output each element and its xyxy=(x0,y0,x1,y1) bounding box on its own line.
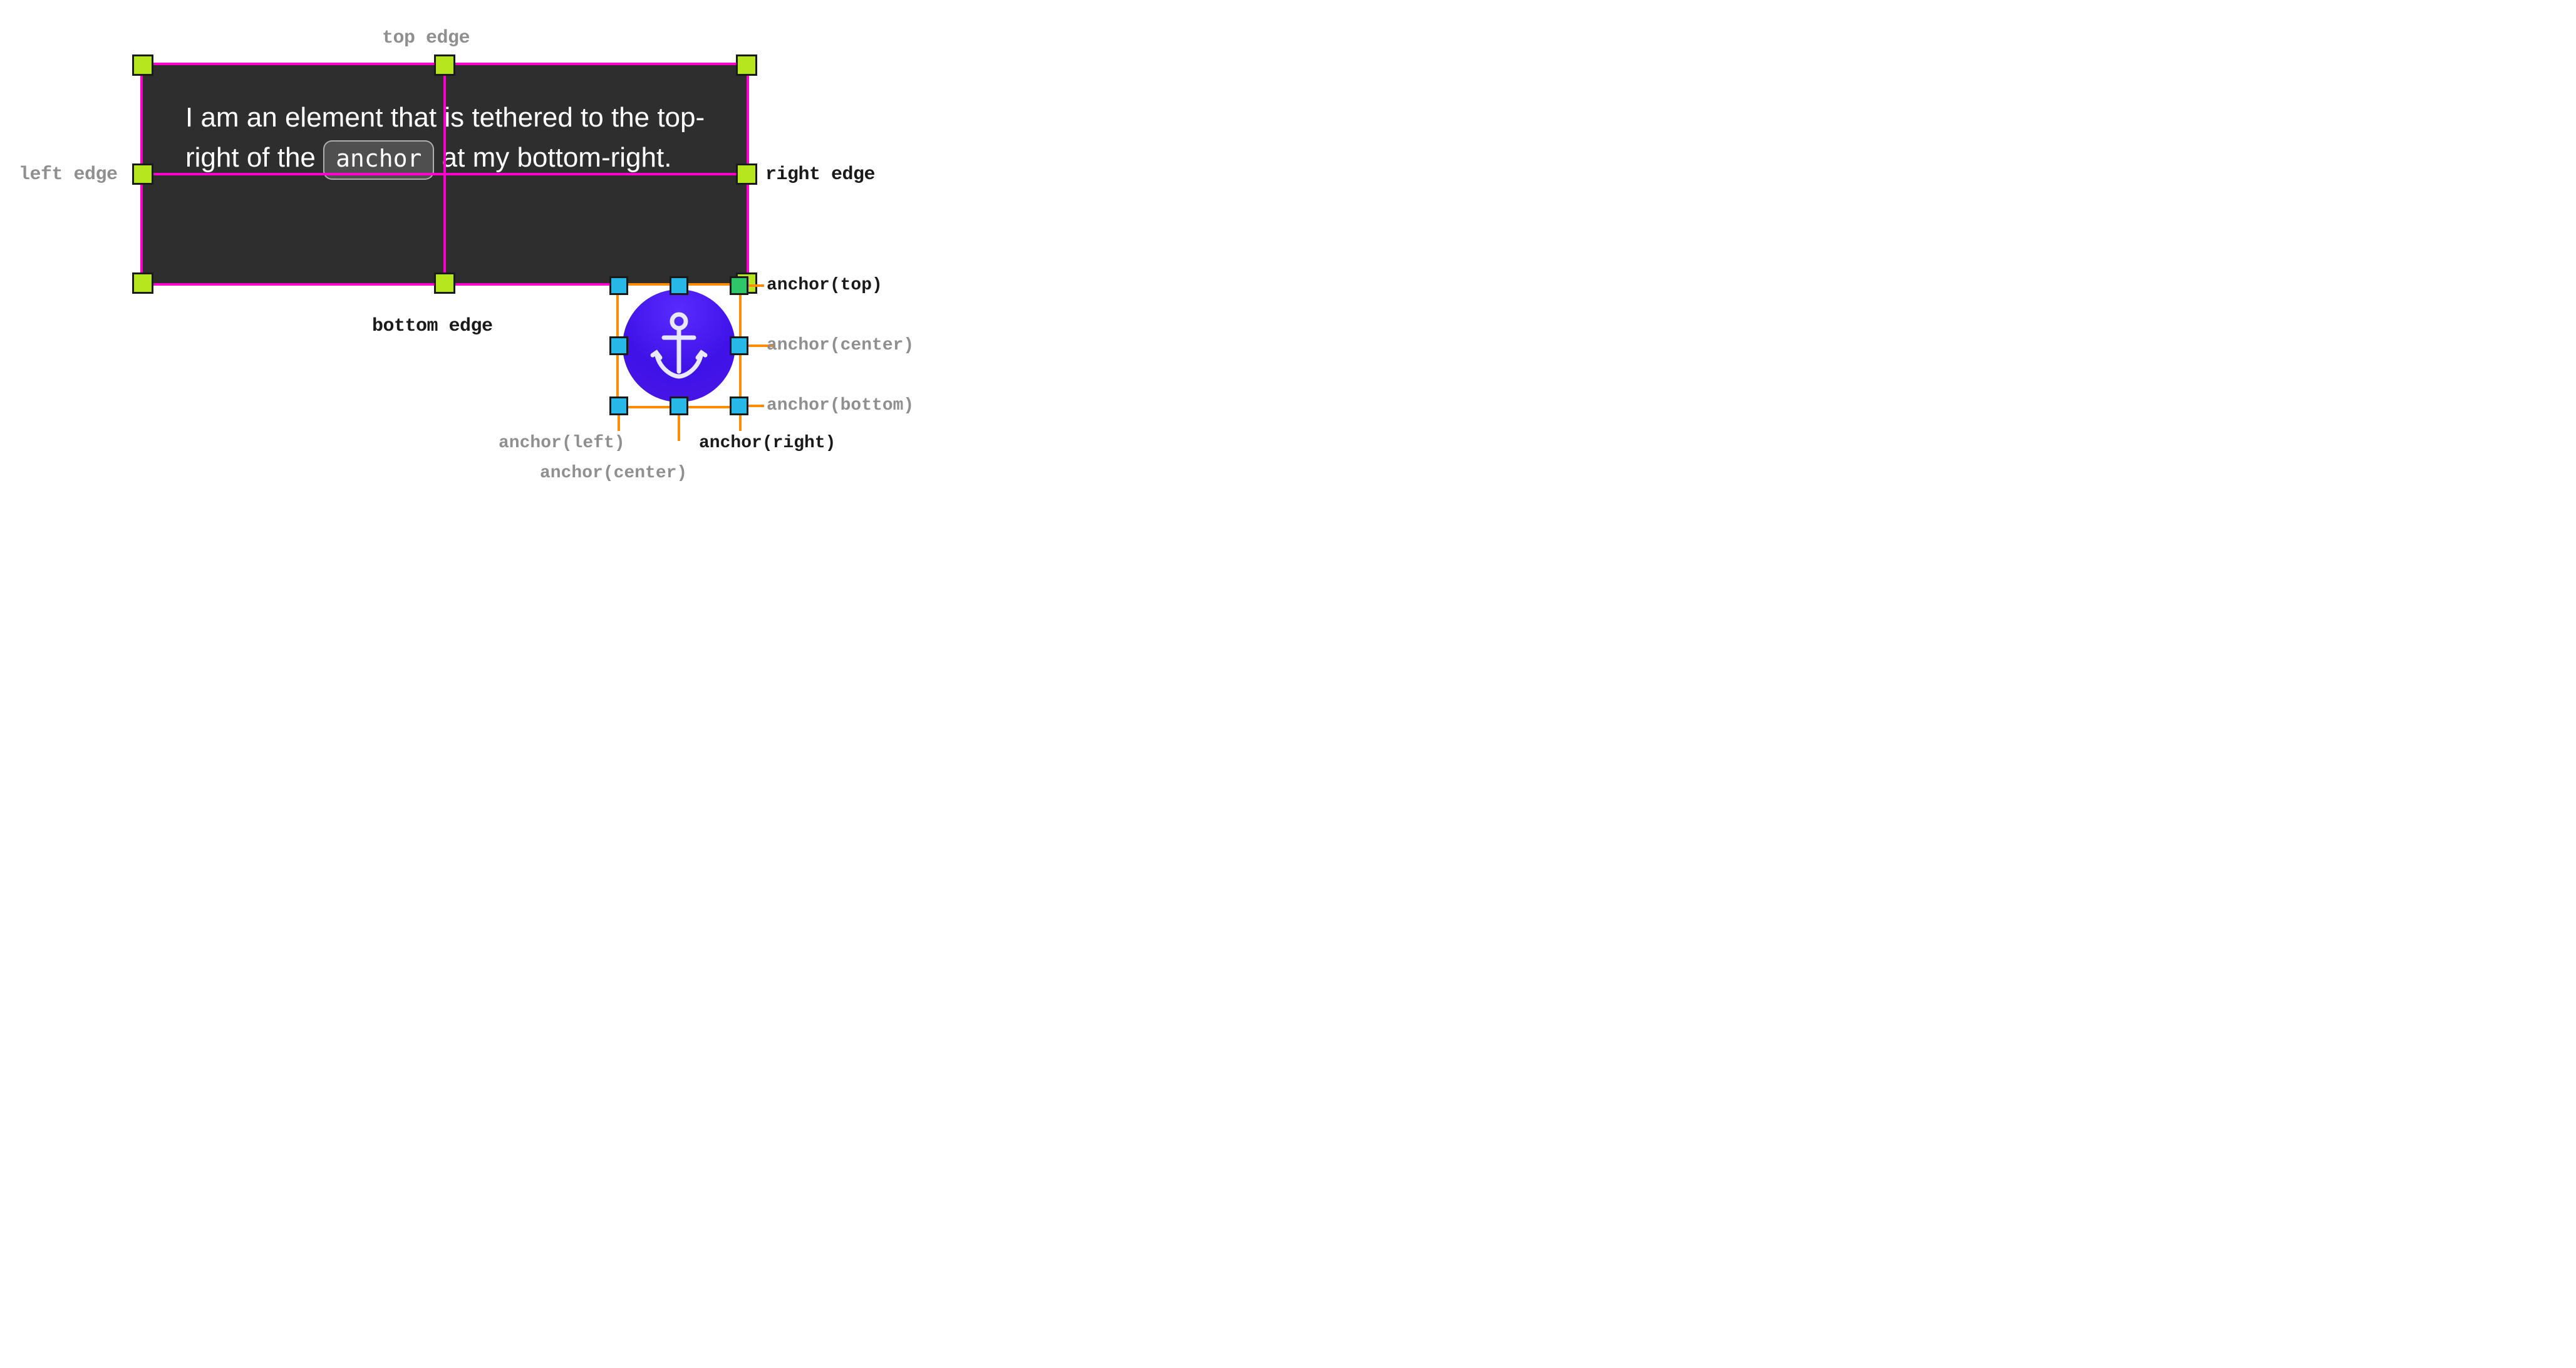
tethered-text-after: at my bottom-right. xyxy=(434,142,671,173)
handle-top-right xyxy=(736,54,757,76)
tethered-center-horizontal-line xyxy=(143,173,747,175)
anchor-handle-middle-left xyxy=(609,336,628,355)
handle-middle-right xyxy=(736,163,757,185)
anchor-center-v-label: anchor(center) xyxy=(540,464,687,483)
anchor-icon xyxy=(648,311,710,380)
tethered-element: I am an element that is tethered to the … xyxy=(140,63,749,286)
anchor-left-label: anchor(left) xyxy=(499,433,625,453)
handle-top-center xyxy=(434,54,455,76)
anchor-element xyxy=(616,283,742,408)
handle-bottom-left xyxy=(132,272,153,294)
left-edge-label: left edge xyxy=(19,164,118,185)
anchor-circle xyxy=(623,289,735,402)
right-edge-label: right edge xyxy=(765,164,875,185)
anchor-handle-bottom-center xyxy=(670,396,688,415)
top-edge-label: top edge xyxy=(382,28,470,49)
handle-middle-left xyxy=(132,163,153,185)
diagram-canvas: I am an element that is tethered to the … xyxy=(0,0,939,501)
anchor-handle-top-right xyxy=(730,276,748,295)
anchor-handle-bottom-left xyxy=(609,396,628,415)
anchor-bottom-label: anchor(bottom) xyxy=(767,396,914,415)
bottom-edge-label: bottom edge xyxy=(372,316,493,337)
anchor-right-label: anchor(right) xyxy=(699,433,835,453)
anchor-handle-top-left xyxy=(609,276,628,295)
handle-bottom-center xyxy=(434,272,455,294)
anchor-handle-middle-right xyxy=(730,336,748,355)
handle-top-left xyxy=(132,54,153,76)
anchor-top-label: anchor(top) xyxy=(767,276,882,295)
anchor-handle-bottom-right xyxy=(730,396,748,415)
anchor-center-h-label: anchor(center) xyxy=(767,336,914,355)
anchor-handle-top-center xyxy=(670,276,688,295)
